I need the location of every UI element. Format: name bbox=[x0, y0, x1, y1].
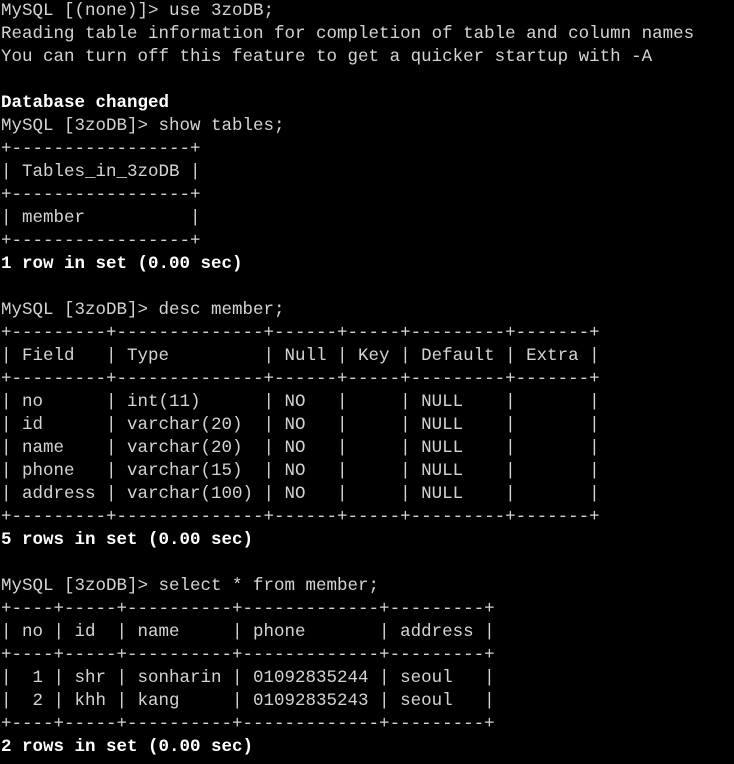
table-border: +----+-----+----------+-------------+---… bbox=[1, 645, 495, 665]
status-line: Database changed bbox=[1, 93, 170, 113]
table-border: +----+-----+----------+-------------+---… bbox=[1, 714, 495, 734]
table-row: | no | int(11) | NO | | NULL | | bbox=[1, 392, 600, 412]
table-header: | Tables_in_3zoDB | bbox=[1, 162, 201, 182]
table-border: +---------+--------------+------+-----+-… bbox=[1, 369, 600, 389]
prompt-line: MySQL [3zoDB]> show tables; bbox=[1, 116, 285, 136]
terminal-window[interactable]: MySQL [(none)]> use 3zoDB; Reading table… bbox=[0, 0, 734, 764]
table-border: +---------+--------------+------+-----+-… bbox=[1, 323, 600, 343]
prompt-line: MySQL [3zoDB]> select * from member; bbox=[1, 576, 380, 596]
table-row: | address | varchar(100) | NO | | NULL |… bbox=[1, 484, 600, 504]
table-border: +-----------------+ bbox=[1, 139, 201, 159]
prompt-line: MySQL [(none)]> use 3zoDB; bbox=[1, 1, 275, 21]
table-row: | name | varchar(20) | NO | | NULL | | bbox=[1, 438, 600, 458]
result-summary: 2 rows in set (0.00 sec) bbox=[1, 737, 254, 757]
table-row: | 1 | shr | sonharin | 01092835244 | seo… bbox=[1, 668, 495, 688]
table-border: +---------+--------------+------+-----+-… bbox=[1, 507, 600, 527]
table-header: | no | id | name | phone | address | bbox=[1, 622, 495, 642]
table-header: | Field | Type | Null | Key | Default | … bbox=[1, 346, 600, 366]
result-summary: 5 rows in set (0.00 sec) bbox=[1, 530, 254, 550]
table-row: | phone | varchar(15) | NO | | NULL | | bbox=[1, 461, 600, 481]
table-row: | 2 | khh | kang | 01092835243 | seoul | bbox=[1, 691, 495, 711]
table-border: +-----------------+ bbox=[1, 231, 201, 251]
output-line: Reading table information for completion… bbox=[1, 24, 695, 44]
table-border: +----+-----+----------+-------------+---… bbox=[1, 599, 495, 619]
table-row: | member | bbox=[1, 208, 201, 228]
output-line: You can turn off this feature to get a q… bbox=[1, 47, 653, 67]
table-border: +-----------------+ bbox=[1, 185, 201, 205]
result-summary: 1 row in set (0.00 sec) bbox=[1, 254, 243, 274]
table-row: | id | varchar(20) | NO | | NULL | | bbox=[1, 415, 600, 435]
prompt-line: MySQL [3zoDB]> desc member; bbox=[1, 300, 285, 320]
